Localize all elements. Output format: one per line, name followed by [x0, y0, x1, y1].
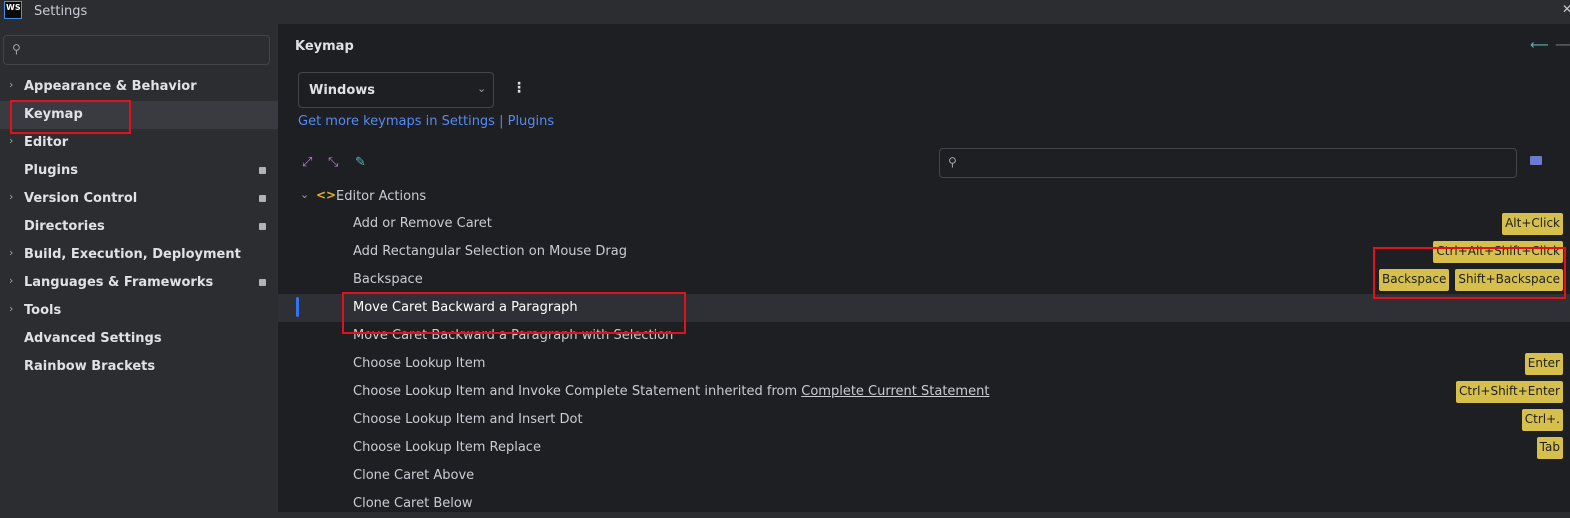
project-scope-icon	[259, 195, 266, 202]
project-scope-icon	[259, 167, 266, 174]
action-name-text: Backspace	[353, 272, 423, 287]
project-scope-icon	[259, 223, 266, 230]
sidebar-item-label: Appearance & Behavior	[24, 79, 197, 94]
action-name-text: Choose Lookup Item and Insert Dot	[353, 412, 583, 427]
action-search-input[interactable]: ⚲	[939, 148, 1517, 178]
action-row[interactable]: Choose Lookup Item and Invoke Complete S…	[278, 378, 1570, 406]
sidebar-item-directories[interactable]: Directories	[0, 213, 278, 241]
action-name: Choose Lookup Item	[353, 356, 485, 371]
sidebar-item-label: Plugins	[24, 163, 78, 178]
action-name: Add or Remove Caret	[353, 216, 492, 231]
window-title: Settings	[34, 4, 88, 19]
sidebar-item-plugins[interactable]: Plugins	[0, 157, 278, 185]
chevron-down-icon: ⌄	[477, 82, 487, 95]
action-name: Clone Caret Below	[353, 496, 472, 511]
chevron-down-icon: ⌄	[300, 188, 310, 201]
search-icon: ⚲	[12, 42, 21, 56]
sidebar-item-advanced-settings[interactable]: Advanced Settings	[0, 325, 278, 353]
webstorm-logo-icon: WS	[4, 1, 22, 19]
sidebar-item-languages-frameworks[interactable]: › Languages & Frameworks	[0, 269, 278, 297]
sidebar-item-label: Directories	[24, 219, 105, 234]
action-row[interactable]: Choose Lookup Item Replace Tab	[278, 434, 1570, 462]
chevron-right-icon: ›	[9, 302, 14, 315]
more-options-icon[interactable]: ⋮	[512, 80, 526, 96]
action-row[interactable]: Choose Lookup Item and Insert Dot Ctrl+.	[278, 406, 1570, 434]
title-bar: WS Settings ✕	[0, 0, 1570, 24]
action-row[interactable]: Clone Caret Below	[278, 490, 1570, 518]
forward-arrow-icon[interactable]: ⟶	[1555, 38, 1570, 53]
close-icon[interactable]: ✕	[1562, 2, 1570, 16]
action-name: Clone Caret Above	[353, 468, 474, 483]
sidebar-item-label: Rainbow Brackets	[24, 359, 156, 374]
action-name-text: Clone Caret Above	[353, 468, 475, 483]
project-scope-icon	[259, 279, 266, 286]
sidebar-item-build-execution-deployment[interactable]: › Build, Execution, Deployment	[0, 241, 278, 269]
sidebar-item-label: Tools	[24, 303, 62, 318]
sidebar-item-label: Languages & Frameworks	[24, 275, 214, 290]
settings-sidebar: ⚲ › Appearance & Behavior Keymap › Editor Plu…	[0, 24, 278, 512]
sidebar-search-input[interactable]: ⚲	[3, 35, 270, 65]
shortcut-list: Enter	[1524, 353, 1563, 375]
code-brackets-icon: <>	[316, 188, 337, 202]
sidebar-item-appearance-behavior[interactable]: › Appearance & Behavior	[0, 73, 278, 101]
chevron-right-icon: ›	[9, 134, 14, 147]
sidebar-item-label: Advanced Settings	[24, 331, 162, 346]
page-title: Keymap	[295, 39, 354, 54]
annotation-box-backspace-shortcuts	[1373, 247, 1566, 299]
chevron-right-icon: ›	[9, 274, 14, 287]
sidebar-item-label: Build, Execution, Deployment	[24, 247, 241, 262]
sidebar-item-label: Editor	[24, 135, 69, 150]
action-row[interactable]: Add or Remove Caret Alt+Click	[278, 210, 1570, 238]
chevron-right-icon: ›	[9, 246, 14, 259]
sidebar-item-rainbow-brackets[interactable]: Rainbow Brackets	[0, 353, 278, 381]
action-name-text: Clone Caret Below	[353, 496, 473, 511]
keymap-dropdown[interactable]: Windows ⌄	[298, 72, 494, 108]
sidebar-item-version-control[interactable]: › Version Control	[0, 185, 278, 213]
action-name: Add Rectangular Selection on Mouse Drag	[353, 244, 627, 259]
shortcut-list: Tab	[1536, 437, 1563, 459]
get-more-keymaps-link[interactable]: Get more keymaps in Settings | Plugins	[298, 114, 554, 129]
keymap-panel: Keymap ⟵ ⟶ Windows ⌄ ⋮ Get more keymaps …	[278, 24, 1570, 512]
keyboard-icon[interactable]	[1530, 156, 1542, 165]
action-name: Choose Lookup Item and Insert Dot	[353, 412, 583, 427]
sidebar-item-tools[interactable]: › Tools	[0, 297, 278, 325]
tree-group-label: Editor Actions	[336, 189, 427, 204]
action-row[interactable]: Choose Lookup Item Enter	[278, 350, 1570, 378]
shortcut-list: Ctrl+Shift+Enter	[1456, 381, 1563, 403]
shortcut-list: Alt+Click	[1502, 213, 1563, 235]
search-icon: ⚲	[948, 155, 957, 169]
shortcut-badge: Tab	[1536, 437, 1563, 459]
collapse-all-icon[interactable]: ⤡	[328, 155, 338, 170]
shortcut-badge: Ctrl+.	[1521, 409, 1563, 431]
edit-icon[interactable]: ✎	[355, 155, 366, 170]
action-name-text: Choose Lookup Item Replace	[353, 440, 541, 455]
action-name: Choose Lookup Item Replace	[353, 440, 541, 455]
shortcut-badge: Enter	[1524, 353, 1563, 375]
shortcut-badge: Alt+Click	[1502, 213, 1563, 235]
action-name-text: Add Rectangular Selection on Mouse Drag	[353, 244, 627, 259]
action-row[interactable]: Clone Caret Above	[278, 462, 1570, 490]
sidebar-item-label: Version Control	[24, 191, 138, 206]
back-arrow-icon[interactable]: ⟵	[1530, 38, 1549, 53]
chevron-right-icon: ›	[9, 190, 14, 203]
action-name-text: Choose Lookup Item and Invoke Complete S…	[353, 384, 802, 399]
action-name-text: Choose Lookup Item	[353, 356, 486, 371]
keymap-dropdown-value: Windows	[309, 83, 376, 98]
shortcut-badge: Ctrl+Shift+Enter	[1456, 381, 1563, 403]
annotation-box-keymap	[10, 100, 131, 134]
action-name: Backspace	[353, 272, 423, 287]
shortcut-list: Ctrl+.	[1521, 409, 1563, 431]
chevron-right-icon: ›	[9, 78, 14, 91]
annotation-box-selected-action	[342, 292, 686, 334]
action-name: Choose Lookup Item and Invoke Complete S…	[353, 384, 989, 399]
inherited-action-link[interactable]: Complete Current Statement	[801, 384, 989, 399]
action-name-text: Add or Remove Caret	[353, 216, 492, 231]
expand-all-icon[interactable]: ⤢	[302, 155, 312, 170]
selection-indicator	[296, 297, 299, 317]
